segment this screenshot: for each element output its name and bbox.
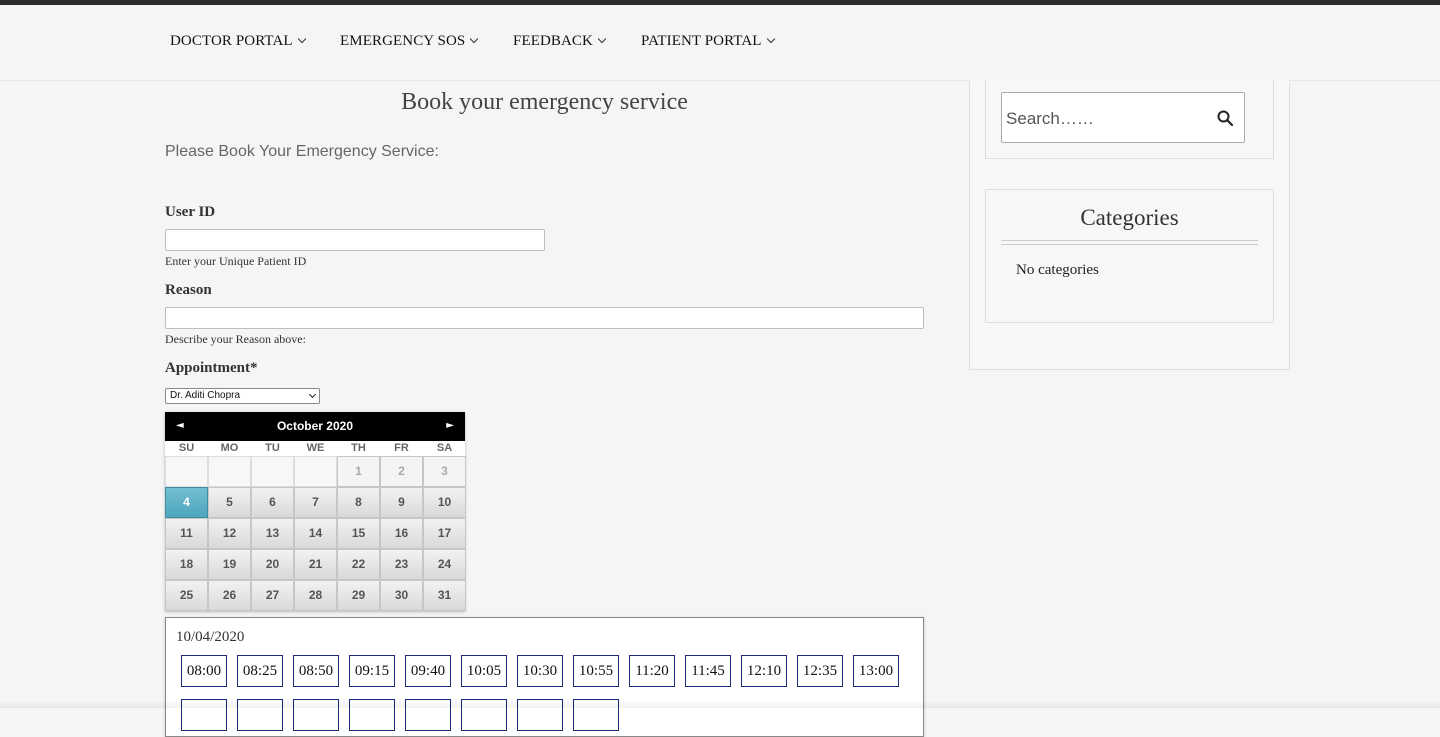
- time-slot-button[interactable]: 12:35: [797, 655, 843, 687]
- user-id-label: User ID: [165, 204, 216, 220]
- doctor-select[interactable]: Dr. Aditi Chopra: [165, 388, 320, 404]
- categories-empty-text: No categories: [1016, 262, 1099, 278]
- calendar-day[interactable]: 29: [337, 580, 380, 611]
- search-field[interactable]: Search……: [1001, 92, 1245, 143]
- categories-title: Categories: [1080, 205, 1179, 230]
- calendar-empty-cell: [251, 456, 294, 487]
- calendar-day[interactable]: 18: [165, 549, 208, 580]
- calendar-day[interactable]: 11: [165, 518, 208, 549]
- time-slot-button[interactable]: 08:00: [181, 655, 227, 687]
- calendar-empty-cell: [165, 456, 208, 487]
- time-slot-button[interactable]: 09:40: [405, 655, 451, 687]
- time-slot-button[interactable]: 10:30: [517, 655, 563, 687]
- calendar-day[interactable]: 9: [380, 487, 423, 518]
- calendar-empty-cell: [294, 456, 337, 487]
- time-slot-button[interactable]: 13:00: [853, 655, 899, 687]
- nav-label: PATIENT PORTAL: [641, 33, 762, 49]
- weekday-header: SA: [436, 442, 453, 454]
- weekday-header: MO: [220, 442, 239, 454]
- search-input[interactable]: Search……: [1006, 109, 1094, 129]
- calendar-day[interactable]: 25: [165, 580, 208, 611]
- calendar-day[interactable]: 4: [165, 487, 208, 518]
- time-slot-button[interactable]: 08:50: [293, 655, 339, 687]
- intro-text: Please Book Your Emergency Service:: [165, 143, 439, 160]
- chevron-down-icon: [597, 34, 607, 44]
- calendar-day[interactable]: 13: [251, 518, 294, 549]
- search-icon[interactable]: [1217, 110, 1233, 126]
- calendar-day[interactable]: 1: [337, 456, 380, 487]
- calendar-day[interactable]: 22: [337, 549, 380, 580]
- calendar-header: ◄ October 2020 ►: [165, 412, 465, 441]
- categories-divider: [1001, 240, 1258, 245]
- time-slot-button[interactable]: 10:55: [573, 655, 619, 687]
- calendar-day[interactable]: 6: [251, 487, 294, 518]
- calendar-day[interactable]: 16: [380, 518, 423, 549]
- time-slot-button[interactable]: 08:25: [237, 655, 283, 687]
- next-month-icon[interactable]: ►: [446, 420, 454, 431]
- weekday-header: FR: [394, 442, 409, 454]
- chevron-down-icon: [297, 34, 306, 44]
- calendar-day[interactable]: 5: [208, 487, 251, 518]
- weekday-header: TH: [351, 442, 366, 454]
- time-slot-panel: 10/04/2020 08:00 08:25 08:50 09:15 09:40 10:0…: [165, 617, 924, 737]
- reason-label: Reason: [165, 282, 212, 298]
- calendar-day[interactable]: 30: [380, 580, 423, 611]
- weekday-header: SU: [178, 442, 195, 454]
- nav-feedback[interactable]: FEEDBACK: [513, 33, 607, 50]
- chevron-down-icon: [308, 390, 317, 399]
- doctor-select-value: Dr. Aditi Chopra: [170, 390, 241, 401]
- calendar-day[interactable]: 26: [208, 580, 251, 611]
- main-navigation: DOCTOR PORTAL EMERGENCY SOS FEEDBACK PAT…: [0, 5, 1440, 81]
- calendar-day[interactable]: 7: [294, 487, 337, 518]
- calendar-day[interactable]: 24: [423, 549, 466, 580]
- weekday-header: WE: [306, 442, 325, 454]
- calendar-day[interactable]: 10: [423, 487, 466, 518]
- page-title: Book your emergency service: [401, 89, 688, 115]
- calendar-day[interactable]: 23: [380, 549, 423, 580]
- nav-patient-portal[interactable]: PATIENT PORTAL: [641, 33, 775, 50]
- bottom-shadow: [0, 700, 1440, 708]
- chevron-down-icon: [766, 34, 775, 44]
- calendar-day[interactable]: 27: [251, 580, 294, 611]
- time-slot-button[interactable]: 12:10: [741, 655, 787, 687]
- reason-input[interactable]: [165, 307, 924, 329]
- calendar-day[interactable]: 12: [208, 518, 251, 549]
- reason-help: Describe your Reason above:: [165, 332, 306, 346]
- weekday-header: TU: [265, 442, 280, 454]
- nav-label: DOCTOR PORTAL: [170, 33, 293, 49]
- calendar-day[interactable]: 2: [380, 456, 423, 487]
- user-id-input[interactable]: [165, 229, 545, 251]
- selected-date: 10/04/2020: [176, 629, 245, 645]
- calendar-month-label: October 2020: [276, 419, 354, 433]
- calendar-day[interactable]: 20: [251, 549, 294, 580]
- nav-emergency-sos[interactable]: EMERGENCY SOS: [340, 33, 479, 50]
- calendar-day[interactable]: 14: [294, 518, 337, 549]
- time-slot-button[interactable]: 11:45: [685, 655, 731, 687]
- calendar-day[interactable]: 8: [337, 487, 380, 518]
- time-slot-button[interactable]: 09:15: [349, 655, 395, 687]
- calendar-day[interactable]: 17: [423, 518, 466, 549]
- date-picker-calendar: ◄ October 2020 ► SU MO TU WE TH FR SA 1 2 3 4 5 6 7 8 9…: [165, 412, 466, 611]
- calendar-empty-cell: [208, 456, 251, 487]
- calendar-day[interactable]: 15: [337, 518, 380, 549]
- calendar-day[interactable]: 19: [208, 549, 251, 580]
- nav-label: FEEDBACK: [513, 33, 593, 49]
- calendar-day[interactable]: 31: [423, 580, 466, 611]
- calendar-day[interactable]: 28: [294, 580, 337, 611]
- calendar-day[interactable]: 3: [423, 456, 466, 487]
- chevron-down-icon: [470, 34, 479, 44]
- nav-doctor-portal[interactable]: DOCTOR PORTAL: [170, 33, 306, 50]
- appointment-label: Appointment*: [165, 360, 258, 376]
- nav-label: EMERGENCY SOS: [340, 33, 466, 49]
- time-slot-button[interactable]: 10:05: [461, 655, 507, 687]
- time-slot-button[interactable]: 11:20: [629, 655, 675, 687]
- user-id-help: Enter your Unique Patient ID: [165, 254, 307, 268]
- calendar-day[interactable]: 21: [294, 549, 337, 580]
